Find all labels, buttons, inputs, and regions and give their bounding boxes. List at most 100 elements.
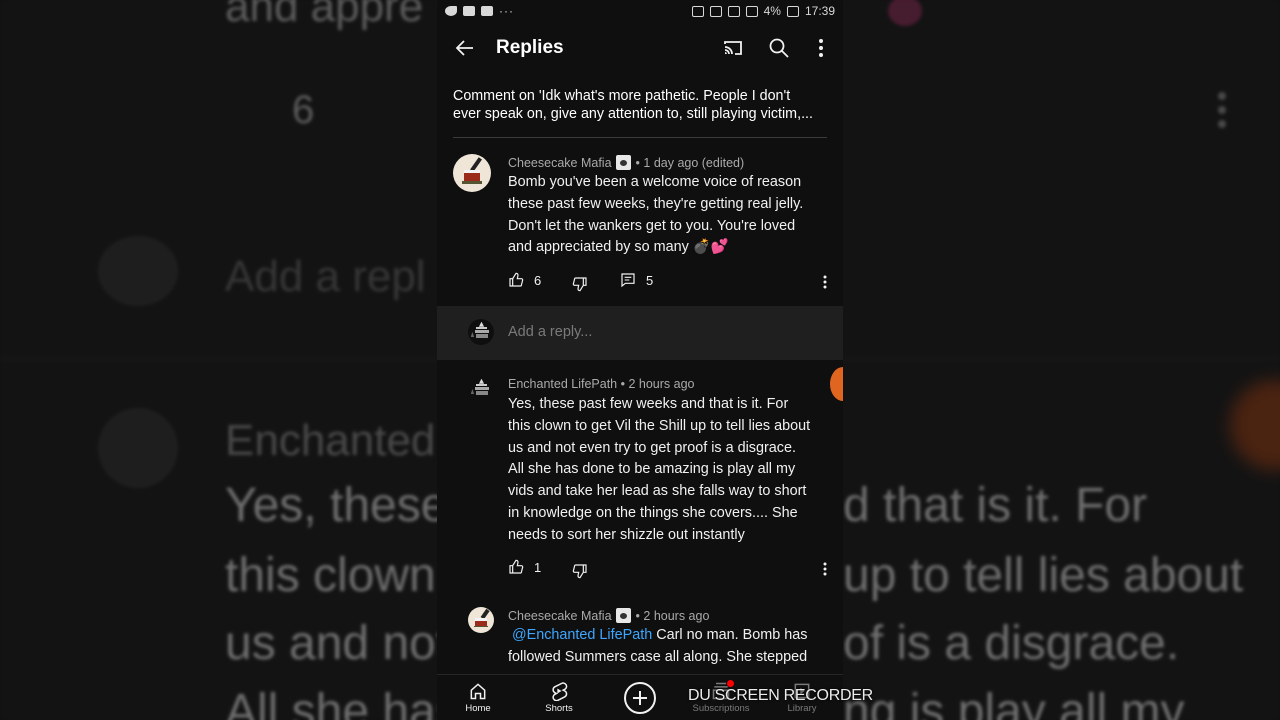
bg-avatar xyxy=(98,236,178,306)
twitter-icon xyxy=(445,6,457,16)
nav-label: Home xyxy=(465,703,491,714)
thumbs-down-icon xyxy=(572,277,587,292)
comment-menu-icon[interactable] xyxy=(822,274,828,290)
thumbs-up-icon xyxy=(509,272,524,287)
avatar[interactable] xyxy=(453,154,491,192)
comment-author[interactable]: Cheesecake Mafia xyxy=(508,609,612,623)
bg-avatar xyxy=(98,408,178,488)
bg-text: and appre xyxy=(225,0,424,31)
bg-author: Enchanted L xyxy=(225,416,473,465)
comment-line: Don't let the wankers get to you. You're… xyxy=(508,217,796,234)
comment-line: All she has done to be amazing is play a… xyxy=(508,461,796,478)
bg-orange-glow xyxy=(1230,380,1280,470)
member-badge-icon xyxy=(615,155,631,170)
recorder-watermark: DU SCREEN RECORDER xyxy=(688,687,873,704)
like-count: 1 xyxy=(534,559,542,575)
comment-line: @Enchanted LifePath Carl no man. Bomb ha… xyxy=(508,625,838,647)
comment-line: Bomb you've been a welcome voice of reas… xyxy=(508,174,802,190)
bg-text: of is a disgrace. xyxy=(843,617,1180,670)
user-mention-link[interactable]: @Enchanted LifePath xyxy=(512,627,652,643)
screen-recording-frame: and appre 6 Add a repl Enchanted L Yes, … xyxy=(0,0,1280,720)
comment-meta: Enchanted LifePath • 2 hours ago xyxy=(508,377,694,391)
bg-text: us and not xyxy=(225,617,450,670)
comment-line: needs to sort her shizzle out instantly xyxy=(508,526,745,543)
battery-percent: 4% xyxy=(763,4,781,18)
avatar[interactable] xyxy=(468,376,494,402)
more-notifications: ··· xyxy=(499,4,514,18)
dislike-button[interactable] xyxy=(572,563,588,579)
notification-icons: ··· xyxy=(445,4,514,18)
comment-meta: Cheesecake Mafia • 1 day ago (edited) xyxy=(508,155,744,170)
bg-text: ng is play all my xyxy=(843,685,1185,720)
comment-author[interactable]: Enchanted LifePath xyxy=(508,377,617,391)
comment-line: us and not even try to get proof is a di… xyxy=(508,439,796,456)
bg-text: All she has xyxy=(225,685,460,720)
own-avatar xyxy=(468,319,494,345)
app-bar: Replies xyxy=(437,24,843,72)
comment-line: Yes, these past few weeks and that is it… xyxy=(508,396,789,412)
cast-icon[interactable] xyxy=(721,36,745,60)
nav-shorts[interactable]: Shorts xyxy=(524,681,594,714)
comment-time: 2 hours ago xyxy=(643,608,710,623)
comment-text: Bomb you've been a welcome voice of reas… xyxy=(508,172,838,259)
comment-text: Yes, these past few weeks and that is it… xyxy=(508,394,838,547)
more-options-icon[interactable] xyxy=(813,36,829,60)
back-arrow-icon[interactable] xyxy=(453,36,477,60)
youtube-icon xyxy=(463,6,475,16)
meta-separator: • xyxy=(635,608,644,623)
like-button[interactable]: 1 xyxy=(508,559,541,575)
reply-count: 5 xyxy=(646,272,654,288)
meta-separator: • xyxy=(617,377,629,391)
dislike-button[interactable] xyxy=(572,276,588,292)
comment-text-span: Carl no man. Bomb has xyxy=(652,627,808,643)
cast-status-icon xyxy=(691,5,704,17)
clock: 17:39 xyxy=(804,4,835,18)
meta-separator: • xyxy=(635,155,644,170)
comment-line: followed Summers case all along. She ste… xyxy=(508,648,808,665)
home-icon xyxy=(470,683,486,700)
bg-text: d that is it. For xyxy=(843,479,1148,532)
like-button[interactable]: 6 xyxy=(508,272,541,288)
wifi-icon xyxy=(727,5,740,17)
context-line: ever speak on, give any attention to, st… xyxy=(453,106,813,122)
comment-line: vids and take her lead as she falls way … xyxy=(508,483,807,500)
reply-composer[interactable]: Add a reply... xyxy=(437,306,843,360)
replies-button[interactable]: 5 xyxy=(620,272,653,288)
thumbs-down-icon xyxy=(572,564,587,579)
bg-heart-emoji xyxy=(888,0,922,26)
bg-text: Yes, these xyxy=(225,479,448,532)
comment-menu-icon[interactable] xyxy=(822,561,828,577)
comment-meta: Cheesecake Mafia • 2 hours ago xyxy=(508,608,709,623)
bg-kebab-icon xyxy=(1218,92,1228,134)
comment-line: these past few weeks, they're getting re… xyxy=(508,195,804,212)
comment-text: @Enchanted LifePath Carl no man. Bomb ha… xyxy=(508,625,838,669)
status-bar: ··· 4% 17:39 xyxy=(437,0,843,24)
page-title: Replies xyxy=(496,37,564,58)
comment-bubble-icon xyxy=(621,273,635,288)
system-icons: 4% 17:39 xyxy=(691,4,835,18)
context-line: Comment on 'Idk what's more pathetic. Pe… xyxy=(453,88,791,104)
phone-screen: ··· 4% 17:39 Replies Comment on 'Idk wha… xyxy=(437,0,843,720)
shorts-icon xyxy=(552,682,568,701)
comment-author[interactable]: Cheesecake Mafia xyxy=(508,156,612,170)
battery-icon xyxy=(786,5,799,17)
nav-label: Shorts xyxy=(545,703,573,714)
parent-comment-context[interactable]: Comment on 'Idk what's more pathetic. Pe… xyxy=(453,87,831,123)
youtube-icon xyxy=(481,6,493,16)
nav-home[interactable]: Home xyxy=(443,681,513,714)
comment-line: this clown to get Vil the Shill up to te… xyxy=(508,417,811,434)
create-button[interactable] xyxy=(624,682,656,714)
comment-line: and appreciated by so many 💣💕 xyxy=(508,239,729,256)
divider xyxy=(453,137,827,138)
bg-text: up to tell lies about xyxy=(843,549,1244,602)
like-count: 6 xyxy=(534,272,542,288)
thumbs-up-icon xyxy=(509,559,524,574)
signal-icon xyxy=(745,5,758,17)
reply-input[interactable]: Add a reply... xyxy=(508,324,592,340)
avatar[interactable] xyxy=(468,607,494,633)
bg-text: this clown xyxy=(225,549,436,602)
comment-line: in knowledge on the things she covers...… xyxy=(508,504,798,521)
member-badge-icon xyxy=(615,608,631,623)
bg-like-count: 6 xyxy=(292,88,315,132)
search-icon[interactable] xyxy=(767,36,791,60)
